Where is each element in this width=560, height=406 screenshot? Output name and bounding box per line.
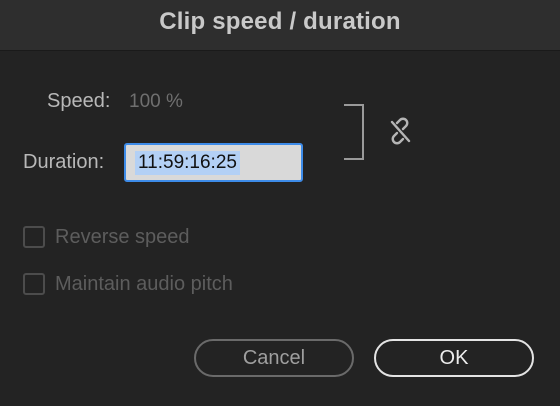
reverse-speed-option[interactable]: Reverse speed xyxy=(23,224,190,250)
cancel-button[interactable]: Cancel xyxy=(194,339,354,377)
link-bracket xyxy=(344,104,364,160)
duration-label: Duration: xyxy=(23,151,105,173)
maintain-pitch-option[interactable]: Maintain audio pitch xyxy=(23,271,233,297)
duration-value[interactable]: 11:59:16:25 xyxy=(135,151,240,175)
clip-speed-dialog: Clip speed / duration Speed: 100 % Durat… xyxy=(0,0,560,406)
ok-button[interactable]: OK xyxy=(374,339,534,377)
dialog-title: Clip speed / duration xyxy=(159,8,401,35)
maintain-pitch-checkbox[interactable] xyxy=(23,273,45,295)
reverse-speed-checkbox[interactable] xyxy=(23,226,45,248)
duration-input[interactable]: 11:59:16:25 xyxy=(124,143,303,182)
speed-label: Speed: xyxy=(47,90,111,112)
dialog-titlebar: Clip speed / duration xyxy=(0,0,560,51)
reverse-speed-label: Reverse speed xyxy=(55,225,190,248)
unlinked-chain-icon[interactable] xyxy=(383,114,417,148)
maintain-pitch-label: Maintain audio pitch xyxy=(55,272,233,295)
speed-value[interactable]: 100 % xyxy=(129,91,183,113)
